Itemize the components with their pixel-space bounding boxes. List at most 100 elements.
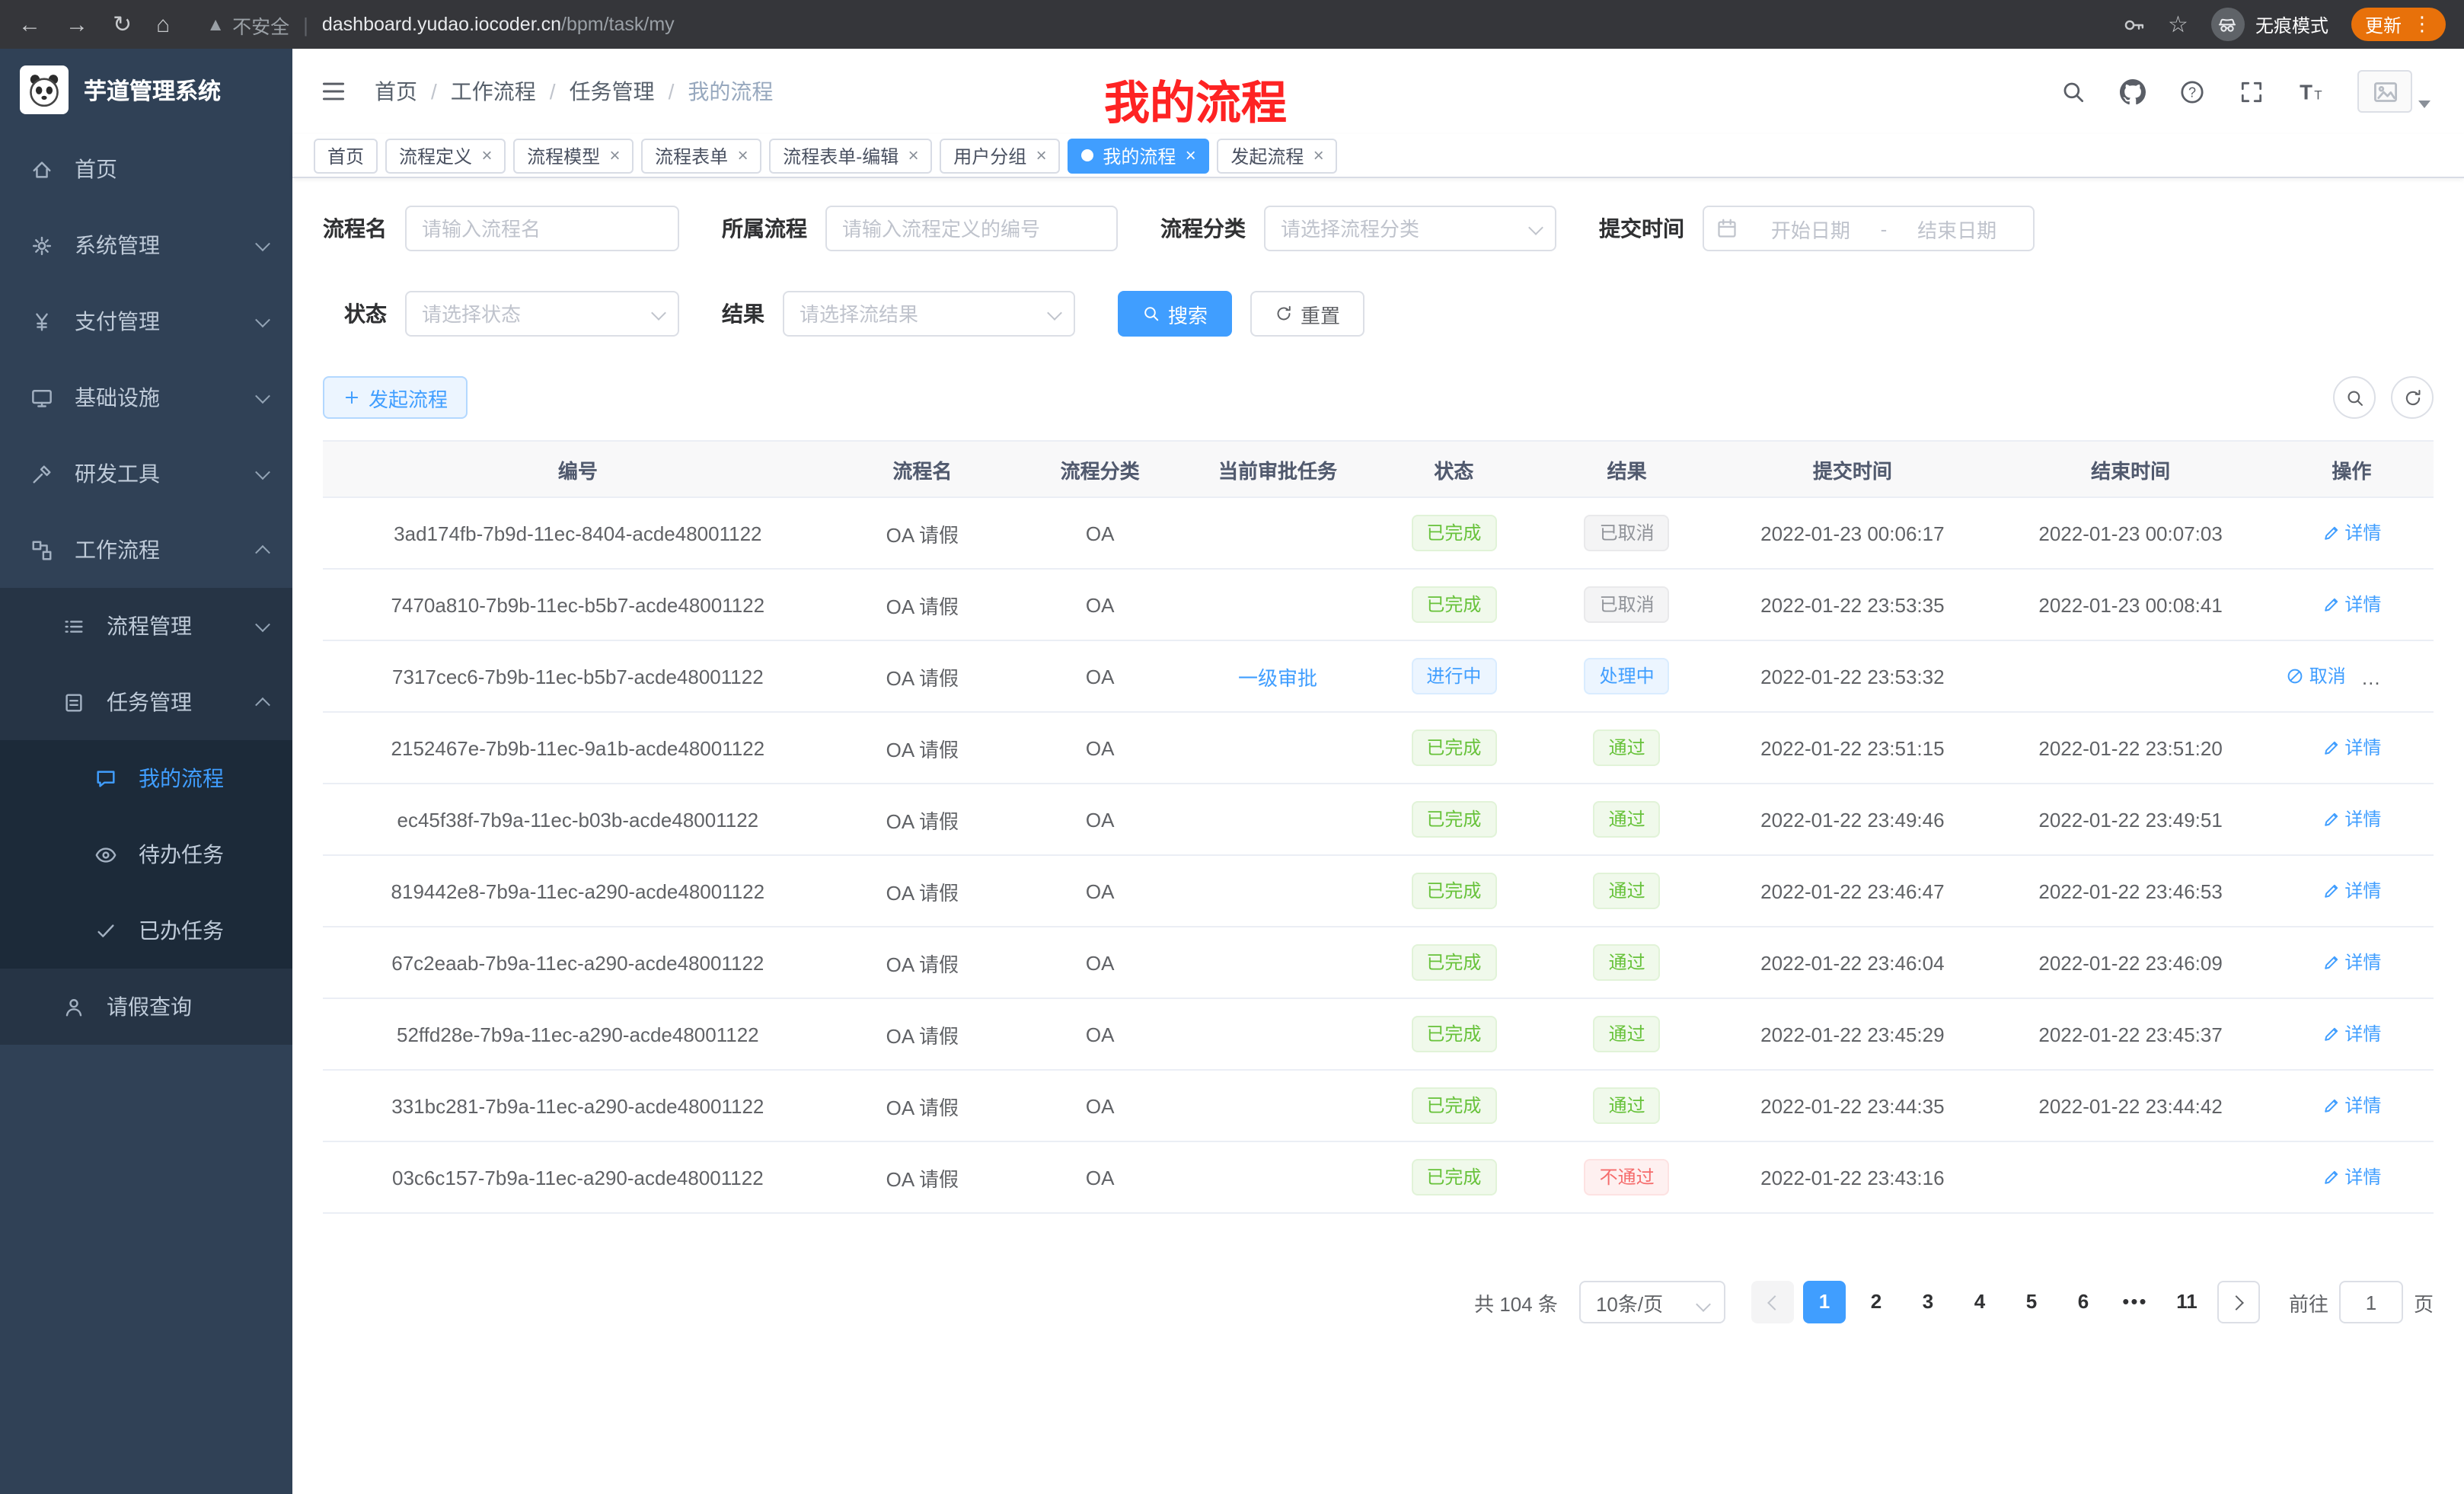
- close-icon[interactable]: ×: [1313, 146, 1323, 164]
- sidebar-item-workflow[interactable]: 工作流程: [0, 512, 292, 588]
- reload-icon[interactable]: ↻: [113, 13, 132, 36]
- help-icon[interactable]: ?: [2179, 78, 2205, 104]
- table-row: 2152467e-7b9b-11ec-9a1b-acde48001122OA 请…: [323, 712, 2434, 784]
- search-button[interactable]: 搜索: [1118, 291, 1232, 337]
- pager-page-5[interactable]: 5: [2010, 1281, 2053, 1323]
- cell-end-time: [1991, 640, 2269, 712]
- tab-item-2[interactable]: 流程模型×: [513, 138, 634, 173]
- font-size-icon[interactable]: TT: [2298, 78, 2324, 104]
- app-logo[interactable]: 芋道管理系统: [0, 49, 292, 131]
- filter-label-status: 状态: [344, 298, 387, 329]
- bookmark-star-icon[interactable]: ☆: [2168, 13, 2188, 36]
- sidebar-item-todo-task[interactable]: 待办任务: [0, 816, 292, 892]
- cell-status: 进行中: [1368, 640, 1540, 712]
- tab-label: 发起流程: [1230, 142, 1304, 168]
- sidebar-item-task-manage[interactable]: 任务管理: [0, 664, 292, 740]
- cell-submit-time: 2022-01-22 23:46:04: [1713, 927, 1991, 998]
- pager-page-2[interactable]: 2: [1855, 1281, 1897, 1323]
- user-avatar[interactable]: [2357, 70, 2430, 113]
- tab-item-4[interactable]: 流程表单-编辑×: [769, 138, 932, 173]
- chevron-up-icon: [255, 697, 270, 712]
- detail-button[interactable]: 详情: [2322, 1164, 2381, 1190]
- goto-page-input[interactable]: [2339, 1281, 2403, 1323]
- task-link[interactable]: 一级审批: [1238, 666, 1317, 689]
- cell-status: 已完成: [1368, 998, 1540, 1070]
- address-divider: |: [303, 13, 308, 36]
- cell-process-name: OA 请假: [833, 998, 1012, 1070]
- sidebar-item-devtools[interactable]: 研发工具: [0, 436, 292, 512]
- refresh-table-button[interactable]: [2391, 376, 2434, 419]
- close-icon[interactable]: ×: [908, 146, 918, 164]
- close-icon[interactable]: ×: [1185, 146, 1195, 164]
- detail-button[interactable]: 详情: [2322, 1093, 2381, 1119]
- pager-page-1[interactable]: 1: [1803, 1281, 1846, 1323]
- process-name-input[interactable]: [405, 206, 679, 251]
- page-size-select[interactable]: 10条/页: [1579, 1281, 1725, 1323]
- github-icon[interactable]: [2120, 78, 2146, 104]
- breadcrumb-item[interactable]: 首页: [375, 76, 417, 107]
- cell-end-time: 2022-01-22 23:49:51: [1991, 784, 2269, 855]
- process-definition-input[interactable]: [825, 206, 1118, 251]
- chat-icon: [94, 767, 120, 790]
- detail-button[interactable]: 详情: [2322, 806, 2381, 832]
- reset-button[interactable]: 重置: [1250, 291, 1364, 337]
- breadcrumb-item[interactable]: 工作流程: [451, 76, 536, 107]
- pager-page-11[interactable]: 11: [2166, 1281, 2208, 1323]
- tab-item-0[interactable]: 首页: [314, 138, 378, 173]
- pager-page-3[interactable]: 3: [1907, 1281, 1949, 1323]
- cell-category: OA: [1012, 712, 1188, 784]
- detail-button[interactable]: 详情: [2322, 1021, 2381, 1047]
- back-icon[interactable]: ←: [18, 13, 41, 36]
- column-header: 状态: [1368, 441, 1540, 497]
- tab-item-3[interactable]: 流程表单×: [641, 138, 761, 173]
- cell-process-name: OA 请假: [833, 1141, 1012, 1213]
- address-bar[interactable]: ▲ 不安全 | dashboard.yudao.iocoder.cn /bpm/…: [206, 10, 2122, 39]
- update-button[interactable]: 更新 ⋮: [2351, 8, 2446, 41]
- hamburger-icon[interactable]: [320, 78, 347, 105]
- detail-button[interactable]: 详情: [2322, 520, 2381, 546]
- detail-button[interactable]: 详情: [2322, 878, 2381, 904]
- home-icon[interactable]: ⌂: [156, 13, 170, 36]
- url-host: dashboard.yudao.iocoder.cn: [322, 14, 561, 35]
- tab-item-6[interactable]: 我的流程×: [1068, 138, 1209, 173]
- browser-menu-icon[interactable]: ⋮: [2412, 12, 2432, 37]
- category-select[interactable]: [1264, 206, 1556, 251]
- next-page-button[interactable]: [2217, 1281, 2260, 1323]
- detail-button[interactable]: 详情: [2322, 950, 2381, 975]
- cell-process-name: OA 请假: [833, 569, 1012, 640]
- detail-button[interactable]: 详情: [2322, 735, 2381, 761]
- chevron-down-icon: [255, 388, 270, 403]
- cell-category: OA: [1012, 640, 1188, 712]
- sidebar-item-process-manage[interactable]: 流程管理: [0, 588, 292, 664]
- close-icon[interactable]: ×: [1036, 146, 1046, 164]
- sidebar-item-done-task[interactable]: 已办任务: [0, 892, 292, 969]
- status-select[interactable]: [405, 291, 679, 337]
- detail-button[interactable]: 详情: [2322, 592, 2381, 618]
- tab-item-1[interactable]: 流程定义×: [385, 138, 506, 173]
- sidebar-item-payment[interactable]: 支付管理: [0, 283, 292, 359]
- sidebar-item-system[interactable]: 系统管理: [0, 207, 292, 283]
- sidebar-item-leave-query[interactable]: 请假查询: [0, 969, 292, 1045]
- tab-item-5[interactable]: 用户分组×: [940, 138, 1060, 173]
- cancel-button[interactable]: 取消: [2287, 663, 2346, 689]
- fullscreen-icon[interactable]: [2239, 78, 2265, 104]
- sidebar-item-my-process[interactable]: 我的流程: [0, 740, 292, 816]
- submit-time-range-picker[interactable]: 开始日期 - 结束日期: [1703, 206, 2035, 251]
- close-icon[interactable]: ×: [481, 146, 492, 164]
- search-icon[interactable]: [2060, 78, 2086, 104]
- close-icon[interactable]: ×: [609, 146, 620, 164]
- breadcrumb-item[interactable]: 任务管理: [570, 76, 655, 107]
- pager-page-4[interactable]: 4: [1958, 1281, 2001, 1323]
- prev-page-button[interactable]: [1751, 1281, 1794, 1323]
- tab-item-7[interactable]: 发起流程 ×: [1217, 138, 1337, 173]
- toggle-search-button[interactable]: [2333, 376, 2376, 419]
- create-process-button[interactable]: 发起流程: [323, 376, 468, 419]
- key-icon[interactable]: [2122, 13, 2145, 36]
- result-select[interactable]: [783, 291, 1075, 337]
- pager-page-6[interactable]: 6: [2062, 1281, 2105, 1323]
- pager-ellipsis[interactable]: •••: [2114, 1281, 2156, 1323]
- close-icon[interactable]: ×: [737, 146, 748, 164]
- sidebar-item-infrastructure[interactable]: 基础设施: [0, 359, 292, 436]
- forward-icon[interactable]: →: [65, 13, 88, 36]
- sidebar-item-home[interactable]: 首页: [0, 131, 292, 207]
